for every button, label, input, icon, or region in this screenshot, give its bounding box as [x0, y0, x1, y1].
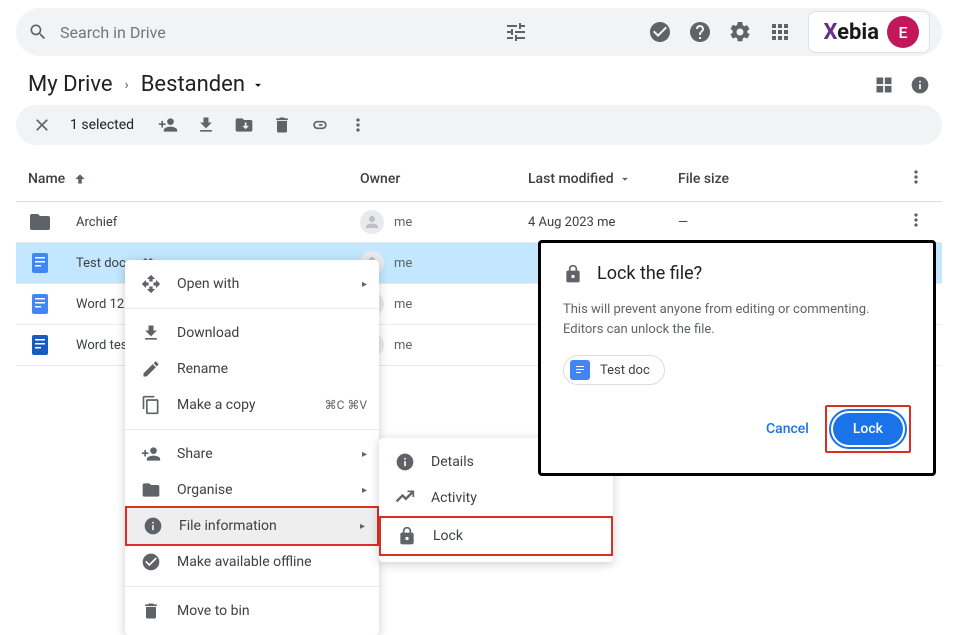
info-icon: [143, 516, 163, 536]
sort-arrow-icon[interactable]: [73, 172, 87, 186]
table-row[interactable]: Archief me 4 Aug 2023 me —: [16, 202, 942, 243]
download-icon: [141, 323, 161, 343]
owner-avatar-icon: [360, 210, 384, 234]
brand-box: Xebia E: [808, 11, 930, 53]
menu-move-to-bin[interactable]: Move to bin: [125, 593, 379, 629]
submenu-arrow-icon: ▸: [360, 521, 365, 532]
apps-icon[interactable]: [768, 20, 792, 44]
owner-label: me: [394, 215, 412, 230]
breadcrumb-current[interactable]: Bestanden: [141, 72, 265, 97]
submenu-arrow-icon: ▸: [362, 279, 367, 290]
size-label: —: [678, 215, 906, 230]
rename-icon: [141, 359, 161, 379]
file-name: Archief: [76, 215, 117, 230]
context-menu: Open with▸ Download Rename Make a copy⌘C…: [125, 260, 379, 635]
search-icon: [28, 22, 48, 42]
search-options-icon[interactable]: [504, 20, 528, 44]
copy-icon: [141, 395, 161, 415]
share-icon[interactable]: [158, 115, 178, 135]
owner-label: me: [394, 338, 412, 353]
breadcrumb-root[interactable]: My Drive: [28, 72, 113, 97]
table-header: Name Owner Last modified File size: [16, 157, 942, 202]
search-bar: Xebia E: [16, 8, 942, 56]
submenu-arrow-icon: ▸: [362, 485, 367, 496]
menu-open-with[interactable]: Open with▸: [125, 266, 379, 302]
owner-label: me: [394, 297, 412, 312]
move-to-icon[interactable]: [234, 115, 254, 135]
menu-available-offline[interactable]: Make available offline: [125, 544, 379, 580]
lock-button[interactable]: Lock: [833, 413, 903, 445]
menu-share[interactable]: Share▸: [125, 436, 379, 472]
word-icon: [28, 333, 52, 357]
col-name[interactable]: Name: [28, 171, 65, 187]
help-icon[interactable]: [688, 20, 712, 44]
cancel-button[interactable]: Cancel: [754, 413, 821, 445]
info-icon: [395, 452, 415, 472]
file-chip: Test doc: [563, 355, 665, 385]
lock-icon: [397, 526, 417, 546]
submenu-activity[interactable]: Activity: [379, 480, 613, 516]
layout-toggle-icon[interactable]: [874, 75, 894, 95]
brand-name: Xebia: [823, 20, 879, 45]
menu-make-copy[interactable]: Make a copy⌘C ⌘V: [125, 387, 379, 423]
menu-download[interactable]: Download: [125, 315, 379, 351]
offline-ready-icon[interactable]: [648, 20, 672, 44]
menu-file-information[interactable]: File information▸: [125, 506, 379, 546]
col-file-size[interactable]: File size: [678, 171, 906, 187]
owner-label: me: [394, 256, 412, 271]
dropdown-icon: [618, 172, 632, 186]
file-name: Word tes: [76, 338, 127, 353]
account-avatar[interactable]: E: [887, 16, 919, 48]
modified-label: 4 Aug 2023 me: [528, 215, 678, 230]
view-details-icon[interactable]: [910, 75, 930, 95]
trash-icon[interactable]: [272, 115, 292, 135]
col-owner[interactable]: Owner: [360, 171, 528, 187]
row-more-icon[interactable]: [906, 210, 926, 230]
menu-organise[interactable]: Organise▸: [125, 472, 379, 508]
open-with-icon: [141, 274, 161, 294]
search-input[interactable]: [60, 23, 504, 42]
lock-file-dialog: Lock the file? This will prevent anyone …: [538, 240, 936, 476]
settings-icon[interactable]: [728, 20, 752, 44]
dialog-body: This will prevent anyone from editing or…: [563, 300, 911, 339]
chevron-right-icon: ›: [125, 77, 129, 93]
lock-button-highlight: Lock: [825, 405, 911, 453]
breadcrumb: My Drive › Bestanden: [0, 56, 958, 105]
offline-icon: [141, 552, 161, 572]
dialog-title: Lock the file?: [597, 263, 702, 284]
file-name: Word 123: [76, 297, 132, 312]
table-options-icon[interactable]: [906, 167, 926, 187]
folder-icon: [28, 210, 52, 234]
submenu-arrow-icon: ▸: [362, 449, 367, 460]
selection-toolbar: 1 selected: [16, 105, 942, 145]
col-last-modified[interactable]: Last modified: [528, 171, 614, 187]
gdoc-icon: [28, 251, 52, 275]
share-icon: [141, 444, 161, 464]
submenu-lock[interactable]: Lock: [379, 516, 613, 556]
activity-icon: [395, 488, 415, 508]
trash-icon: [141, 601, 161, 621]
more-actions-icon[interactable]: [348, 115, 368, 135]
lock-icon: [563, 264, 583, 284]
gdoc-icon: [570, 360, 590, 380]
shortcut-label: ⌘C ⌘V: [325, 398, 367, 412]
chip-label: Test doc: [600, 363, 650, 378]
file-name: Test doc: [76, 256, 126, 271]
gdoc-icon: [28, 292, 52, 316]
organise-icon: [141, 480, 161, 500]
download-icon[interactable]: [196, 115, 216, 135]
clear-selection-icon[interactable]: [32, 115, 52, 135]
selection-count: 1 selected: [70, 117, 134, 133]
get-link-icon[interactable]: [310, 115, 330, 135]
dropdown-icon: [251, 78, 265, 92]
menu-rename[interactable]: Rename: [125, 351, 379, 387]
